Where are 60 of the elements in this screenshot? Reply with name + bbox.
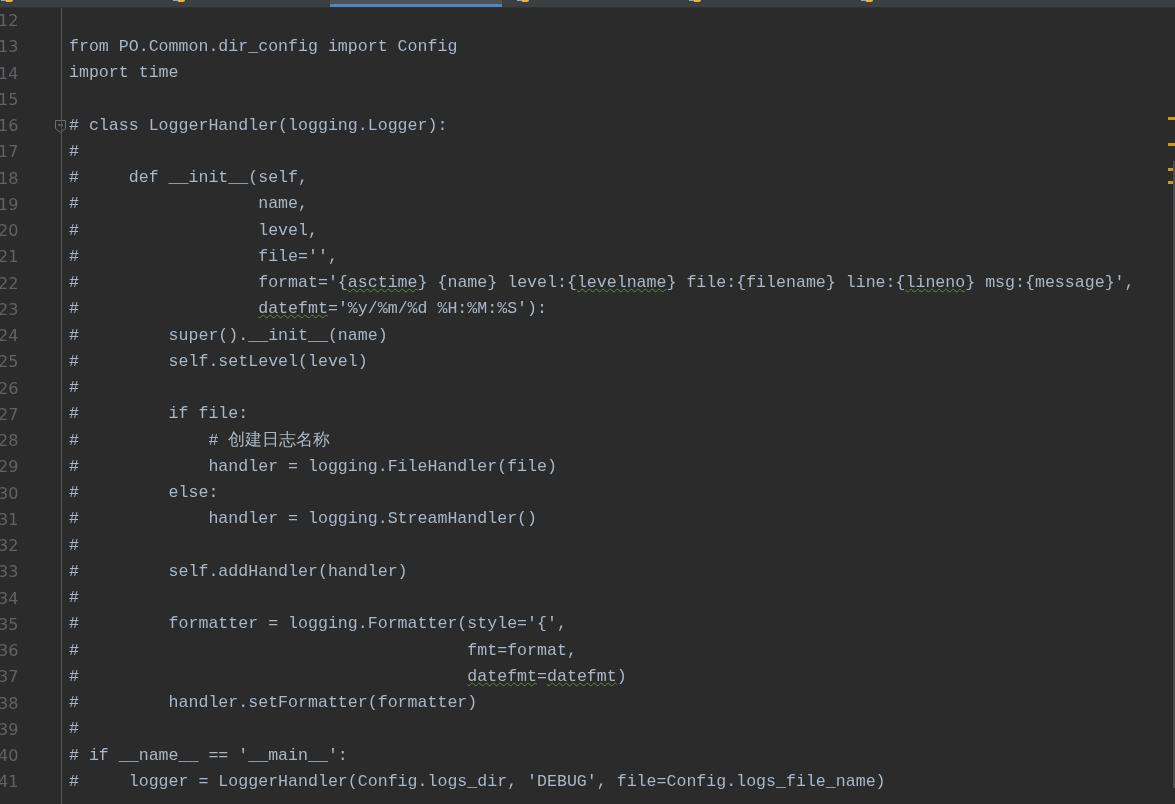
line-number: 30 xyxy=(0,482,18,505)
line-number: 33 xyxy=(0,561,18,584)
code-line: # xyxy=(69,140,79,163)
line-number: 13 xyxy=(0,36,18,59)
line-number: 39 xyxy=(0,718,18,741)
line-number: 28 xyxy=(0,430,18,453)
code-line: # class LoggerHandler(logging.Logger): xyxy=(69,114,448,137)
code-line: # self.setLevel(level) xyxy=(69,350,368,373)
line-number: 21 xyxy=(0,246,18,269)
code-line: # super().__init__(name) xyxy=(69,324,388,347)
code-line: # def __init__(self, xyxy=(69,167,308,190)
code-line: import time xyxy=(69,62,179,85)
line-number: 34 xyxy=(0,587,18,610)
code-line: from PO.Common.dir_config import Config xyxy=(69,35,458,58)
code-line: # handler = logging.StreamHandler() xyxy=(69,508,538,531)
code-line: # handler = logging.FileHandler(file) xyxy=(69,455,557,478)
code-line: # level, xyxy=(69,219,318,242)
code-line: # if file: xyxy=(69,403,249,426)
line-number: 25 xyxy=(0,351,18,374)
code-line: # xyxy=(69,718,79,741)
line-number: 19 xyxy=(0,193,18,216)
line-number: 24 xyxy=(0,325,18,348)
code-line: # # 创建日志名称 xyxy=(69,429,331,452)
line-number: 14 xyxy=(0,62,18,85)
code-line: # xyxy=(69,534,79,557)
line-number: 12 xyxy=(0,10,18,33)
line-number: 16 xyxy=(0,115,18,138)
code-line: # logger = LoggerHandler(Config.logs_dir, 'DEBUG', file=Config.logs_file_name) xyxy=(69,770,886,793)
code-line: # else: xyxy=(69,482,219,505)
code-line: # formatter = logging.Formatter(style='{', xyxy=(69,613,567,636)
code-line: # file='', xyxy=(69,245,338,268)
line-number: 27 xyxy=(0,403,18,426)
code-line: # datefmt=datefmt) xyxy=(69,665,627,688)
line-number: 15 xyxy=(0,88,18,111)
line-number: 38 xyxy=(0,692,18,715)
line-number: 35 xyxy=(0,613,18,636)
code-line: # xyxy=(69,587,79,610)
code-line: # if __name__ == '__main__': xyxy=(69,744,348,767)
line-number: 37 xyxy=(0,666,18,689)
code-line: # handler.setFormatter(formatter) xyxy=(69,692,478,715)
line-number: 17 xyxy=(0,141,18,164)
code-line: # fmt=format, xyxy=(69,639,577,662)
warning-marker[interactable] xyxy=(1168,117,1175,120)
code-line: # name, xyxy=(69,193,308,216)
line-number: 32 xyxy=(0,535,18,558)
line-number: 26 xyxy=(0,377,18,400)
line-number: 20 xyxy=(0,220,18,243)
code-line: # self.addHandler(handler) xyxy=(69,560,408,583)
code-line: # format='{asctime} {name} level:{levelname} file:{filename} line:{lineno} msg:{message}', xyxy=(69,272,1135,295)
line-number: 23 xyxy=(0,298,18,321)
line-number: 31 xyxy=(0,508,18,531)
line-number: 22 xyxy=(0,272,18,295)
fold-icon[interactable] xyxy=(55,119,66,133)
line-number: 36 xyxy=(0,640,18,663)
code-line: # xyxy=(69,377,79,400)
line-number: 29 xyxy=(0,456,18,479)
warning-marker[interactable] xyxy=(1168,143,1175,146)
code-line: # datefmt='%y/%m/%d %H:%M:%S'): xyxy=(69,298,547,321)
scrollbar[interactable] xyxy=(1173,161,1175,788)
line-number: 18 xyxy=(0,167,18,190)
